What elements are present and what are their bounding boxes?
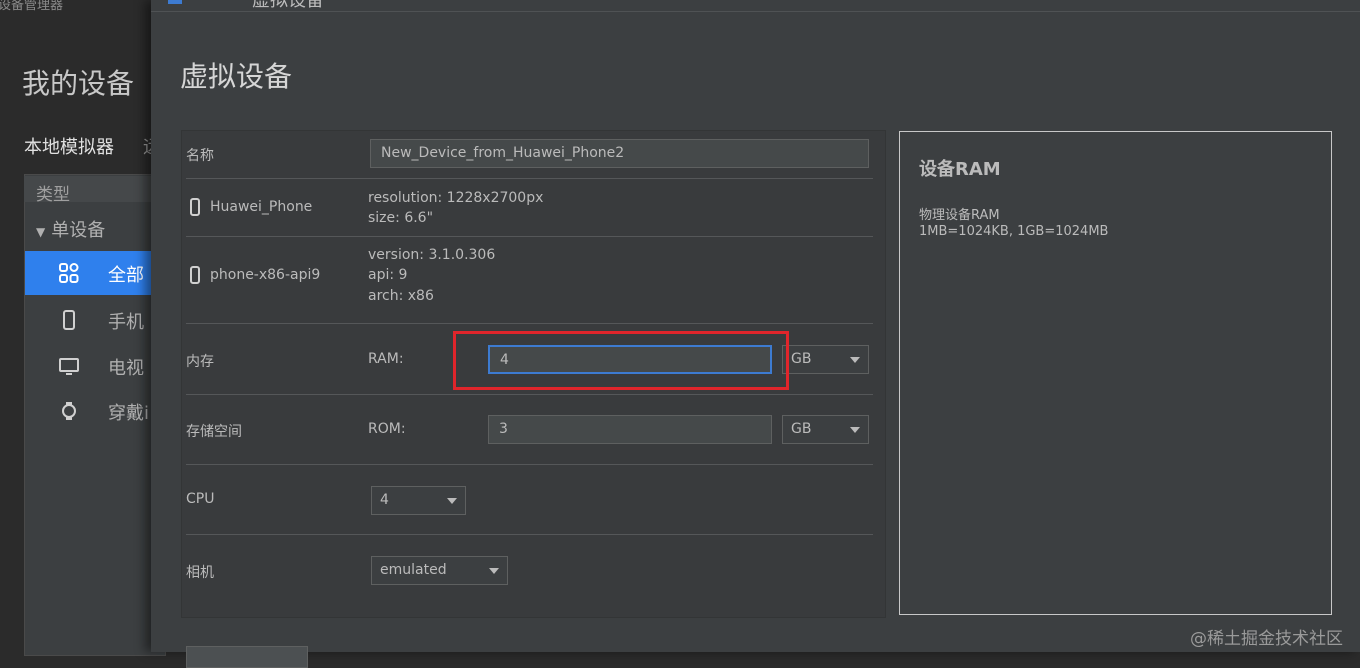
row-divider: [186, 464, 873, 465]
camera-label: 相机: [186, 565, 214, 581]
chevron-down-icon: [850, 357, 860, 363]
system-image-name: phone-x86-api9: [210, 267, 321, 283]
rom-label: ROM:: [368, 421, 406, 437]
watch-icon: [62, 402, 76, 420]
single-device-group[interactable]: ▼ 单设备: [36, 216, 105, 242]
sidebar-item-tv[interactable]: 电视: [25, 344, 165, 388]
chevron-down-icon: [489, 568, 499, 574]
cpu-select[interactable]: 4: [371, 486, 466, 515]
storage-label: 存储空间: [186, 424, 242, 440]
device-name-input[interactable]: New_Device_from_Huawei_Phone2: [370, 139, 869, 168]
sidebar-item-wearable[interactable]: 穿戴i: [25, 389, 165, 433]
name-label: 名称: [186, 148, 214, 164]
row-divider: [186, 236, 873, 237]
triangle-down-icon: ▼: [36, 225, 46, 239]
device-size: size: 6.6": [368, 210, 434, 226]
rom-unit-select[interactable]: GB: [782, 415, 869, 444]
row-divider: [186, 323, 873, 324]
phone-icon: [63, 310, 75, 330]
tab-local-emulator[interactable]: 本地模拟器: [24, 133, 114, 159]
rom-input[interactable]: 3: [488, 415, 772, 444]
row-divider: [186, 534, 873, 535]
camera-select[interactable]: emulated: [371, 556, 508, 585]
sidebar-item-all[interactable]: 全部: [25, 251, 165, 295]
ram-unit-select[interactable]: GB: [782, 345, 869, 374]
chevron-down-icon: [850, 427, 860, 433]
cpu-value: 4: [380, 492, 389, 508]
sidebar-item-wearable-label: 穿戴i: [108, 403, 150, 424]
phone-icon: [190, 198, 200, 216]
bottom-button[interactable]: [186, 646, 308, 668]
ram-label: RAM:: [368, 351, 404, 367]
type-column-label: 类型: [36, 185, 70, 205]
grid-icon: [59, 263, 79, 283]
device-manager-title: 设备管理器: [0, 0, 64, 13]
my-devices-heading: 我的设备: [22, 67, 135, 100]
highlight-annotation: [453, 331, 789, 390]
page-title: 虚拟设备: [180, 60, 293, 93]
help-description: 物理设备RAM: [919, 208, 1000, 223]
row-divider: [186, 394, 873, 395]
camera-value: emulated: [380, 562, 447, 578]
row-divider: [186, 178, 873, 179]
help-unit-note: 1MB=1024KB, 1GB=1024MB: [919, 224, 1109, 239]
image-arch: arch: x86: [368, 288, 434, 304]
device-resolution: resolution: 1228x2700px: [368, 190, 544, 206]
single-device-label: 单设备: [51, 220, 106, 241]
sidebar-item-all-label: 全部: [108, 265, 144, 286]
image-version: version: 3.1.0.306: [368, 247, 496, 263]
cpu-label: CPU: [186, 491, 215, 507]
sidebar-item-phone[interactable]: 手机: [25, 298, 165, 342]
watermark: @稀土掘金技术社区: [1190, 629, 1343, 649]
chevron-down-icon: [447, 498, 457, 504]
help-title: 设备RAM: [919, 159, 1001, 180]
image-api: api: 9: [368, 267, 408, 283]
ram-unit-value: GB: [791, 351, 812, 367]
rom-unit-value: GB: [791, 421, 812, 437]
tv-icon: [59, 358, 79, 375]
memory-label: 内存: [186, 354, 214, 370]
app-icon: [168, 0, 182, 4]
dialog-title-bar: [151, 0, 1360, 12]
phone-icon: [190, 266, 200, 284]
sidebar-item-phone-label: 手机: [108, 312, 144, 333]
dialog-window-title: 虚拟设备: [252, 0, 324, 11]
sidebar-item-tv-label: 电视: [108, 358, 144, 379]
device-profile-name: Huawei_Phone: [210, 199, 313, 215]
